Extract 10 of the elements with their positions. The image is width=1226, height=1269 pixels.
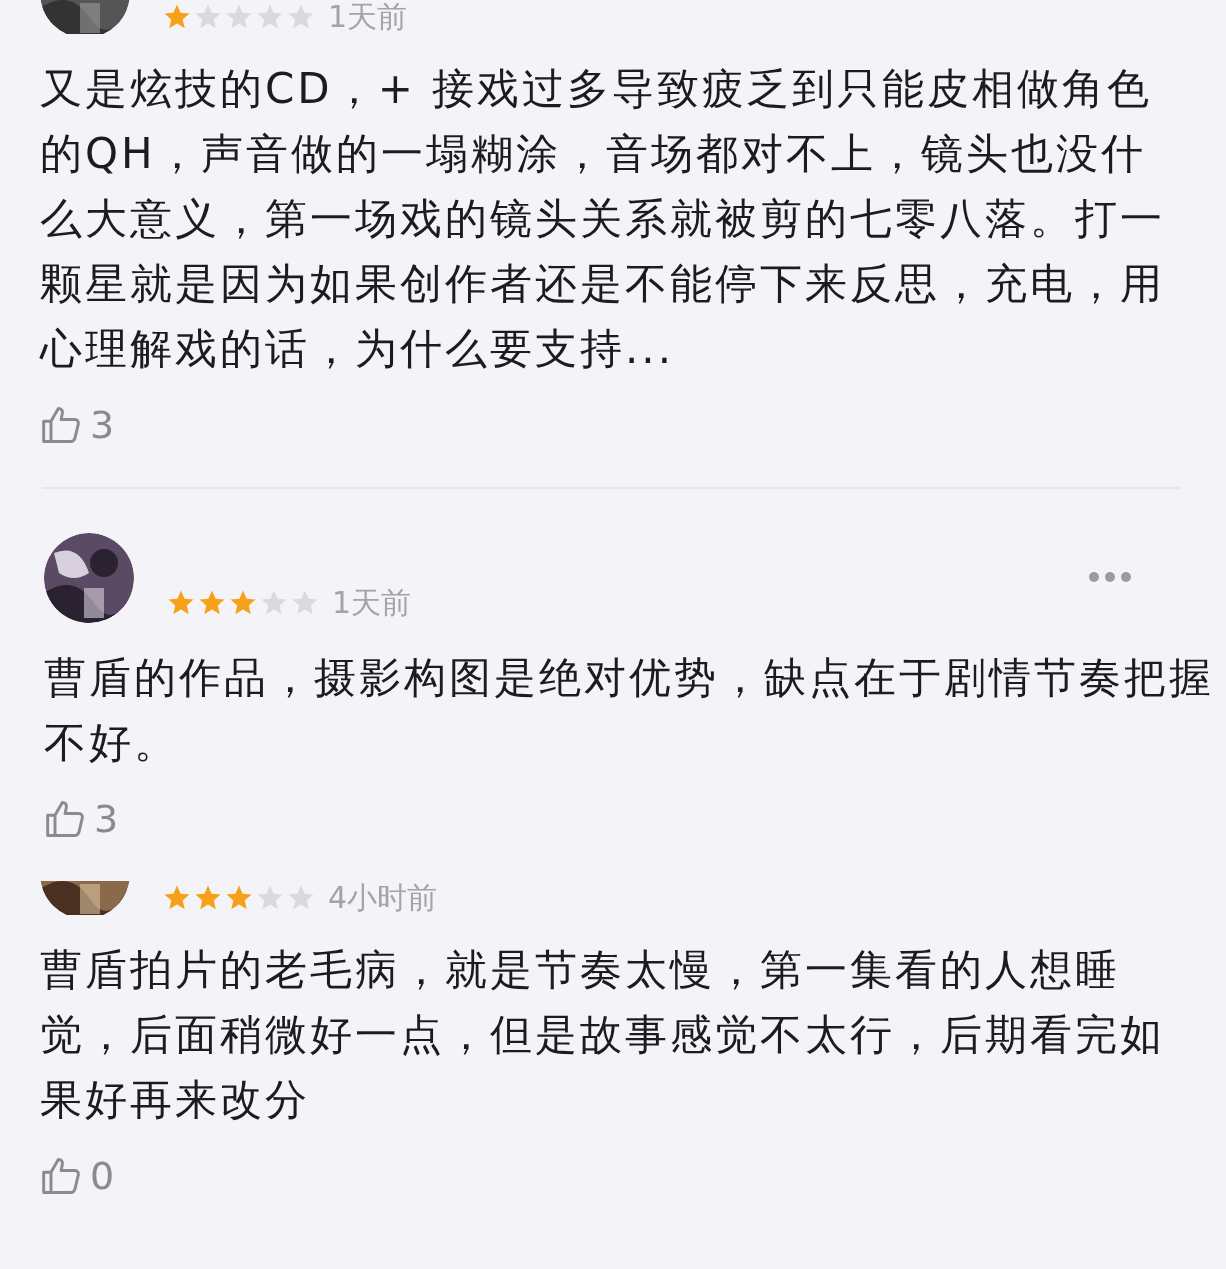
review-text: 曹盾的作品，摄影构图是绝对优势，缺点在于剧情节奏把握不好。 bbox=[44, 652, 1215, 769]
review-time: 4小时前 bbox=[328, 881, 438, 915]
like-count: 3 bbox=[94, 797, 119, 841]
like-count: 0 bbox=[90, 1154, 115, 1198]
like-count: 3 bbox=[90, 403, 115, 447]
review-time: 1天前 bbox=[332, 586, 412, 620]
review-text: 曹盾拍片的老毛病，就是节奏太慢，第一集看的人想睡觉，后面稍微好一点，但是故事感觉不太行，后期看完如果好再来改分 bbox=[40, 944, 1166, 1126]
more-icon[interactable] bbox=[1088, 571, 1132, 583]
review-text: 又是炫技的CD，+ 接戏过多导致疲乏到只能皮相做角色的QH，声音做的一塌糊涂，音场都对不上，镜头也没什么大意义，第一场戏的镜头关系就被剪的七零八落。打一颗星就是因为如果创作者还是不能停下来反思，充电，用心理解戏的话，为什么要支持... bbox=[40, 63, 1166, 375]
review-time: 1天前 bbox=[328, 0, 408, 34]
